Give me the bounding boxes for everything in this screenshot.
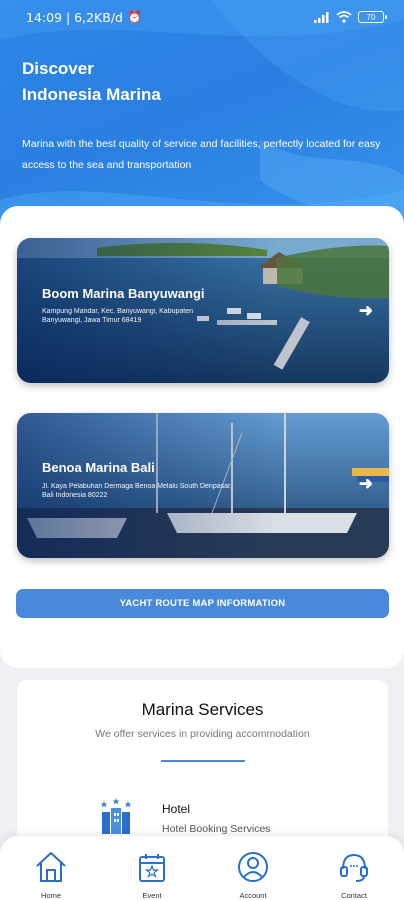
service-hotel-title: Hotel xyxy=(162,802,191,816)
signal-icon xyxy=(314,11,329,23)
headset-icon xyxy=(340,853,368,882)
nav-home[interactable]: Home xyxy=(21,850,81,900)
nav-event-label: Event xyxy=(142,891,162,900)
arrow-right-icon[interactable]: ➜ xyxy=(359,301,373,321)
bottom-navigation: Home Event Account Contact xyxy=(0,836,404,900)
marina-name: Benoa Marina Bali xyxy=(42,460,155,475)
services-title: Marina Services xyxy=(141,700,264,719)
nav-contact-label: Contact xyxy=(341,891,367,900)
nav-account[interactable]: Account xyxy=(223,850,283,900)
nav-account-label: Account xyxy=(239,891,267,900)
hero-title: Discover Indonesia Marina xyxy=(22,56,161,108)
divider xyxy=(161,760,245,762)
hero-title-line1: Discover xyxy=(22,59,94,78)
hero-description: Marina with the best quality of service … xyxy=(22,138,381,171)
alarm-icon: ⏰ xyxy=(126,10,142,24)
marina-name: Boom Marina Banyuwangi xyxy=(42,286,205,301)
marina-card-benoa[interactable]: Benoa Marina Bali Jl. Kaya Pelabuhan Der… xyxy=(17,413,389,558)
nav-home-label: Home xyxy=(40,891,61,900)
home-icon xyxy=(36,852,66,882)
account-icon xyxy=(238,852,268,882)
marina-address: Kampung Mandar, Kec. Banyuwangi, Kabupat… xyxy=(42,308,193,324)
nav-contact[interactable]: Contact xyxy=(324,850,384,900)
battery-icon: 70 xyxy=(358,11,387,23)
service-hotel-subtitle: Hotel Booking Services xyxy=(162,823,271,835)
services-subtitle: We offer services in providing accommoda… xyxy=(95,728,310,740)
calendar-icon xyxy=(139,854,165,882)
status-time: 14:09 | 6,2KB/d xyxy=(26,9,123,25)
hotel-icon xyxy=(100,798,132,834)
status-bar: 14:09 | 6,2KB/d ⏰ 70 xyxy=(0,0,404,34)
marina-card-boom[interactable]: Boom Marina Banyuwangi Kampung Mandar, K… xyxy=(17,238,389,383)
arrow-right-icon[interactable]: ➜ xyxy=(359,474,373,494)
hero-title-line2: Indonesia Marina xyxy=(22,85,161,104)
yacht-route-map-button[interactable]: YACHT ROUTE MAP INFORMATION xyxy=(16,589,389,618)
wifi-icon xyxy=(336,11,352,23)
marina-address: Jl. Kaya Pelabuhan Dermaga Benoa Melalu … xyxy=(42,483,232,499)
nav-event[interactable]: Event xyxy=(122,850,182,900)
